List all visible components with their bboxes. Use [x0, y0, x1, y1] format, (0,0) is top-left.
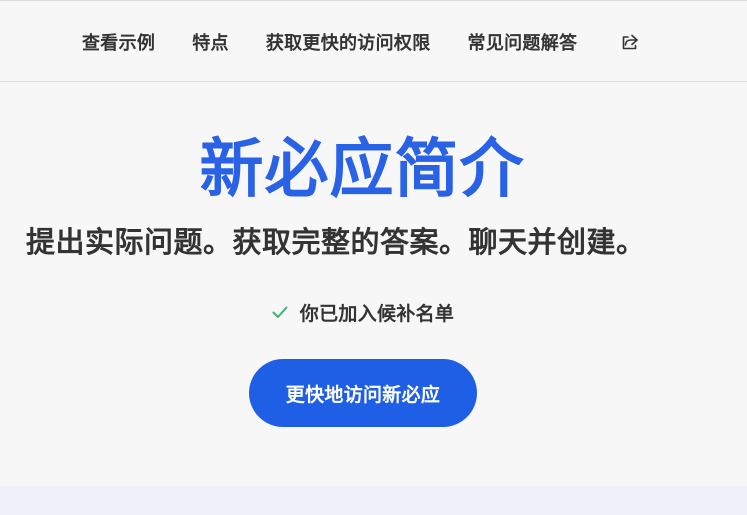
- faster-access-button[interactable]: 更快地访问新必应: [249, 359, 477, 427]
- next-section-band: [0, 486, 747, 515]
- nav-item-faster-access[interactable]: 获取更快的访问权限: [266, 29, 431, 55]
- nav-menu: 查看示例 特点 获取更快的访问权限 常见问题解答: [82, 1, 641, 83]
- checkmark-icon: [272, 306, 288, 318]
- hero-section: 新必应简介 提出实际问题。获取完整的答案。聊天并创建。 你已加入候补名单 更快地…: [0, 82, 747, 486]
- hero-subtitle: 提出实际问题。获取完整的答案。聊天并创建。: [26, 225, 646, 259]
- share-icon[interactable]: [619, 31, 641, 53]
- nav-item-features[interactable]: 特点: [192, 29, 229, 55]
- top-nav-bar: 查看示例 特点 获取更快的访问权限 常见问题解答: [0, 0, 747, 82]
- page-title: 新必应简介: [199, 133, 525, 207]
- waitlist-status: 你已加入候补名单: [0, 296, 724, 328]
- nav-item-faq[interactable]: 常见问题解答: [468, 29, 578, 55]
- waitlist-status-text: 你已加入候补名单: [299, 302, 455, 325]
- nav-item-examples[interactable]: 查看示例: [82, 29, 155, 55]
